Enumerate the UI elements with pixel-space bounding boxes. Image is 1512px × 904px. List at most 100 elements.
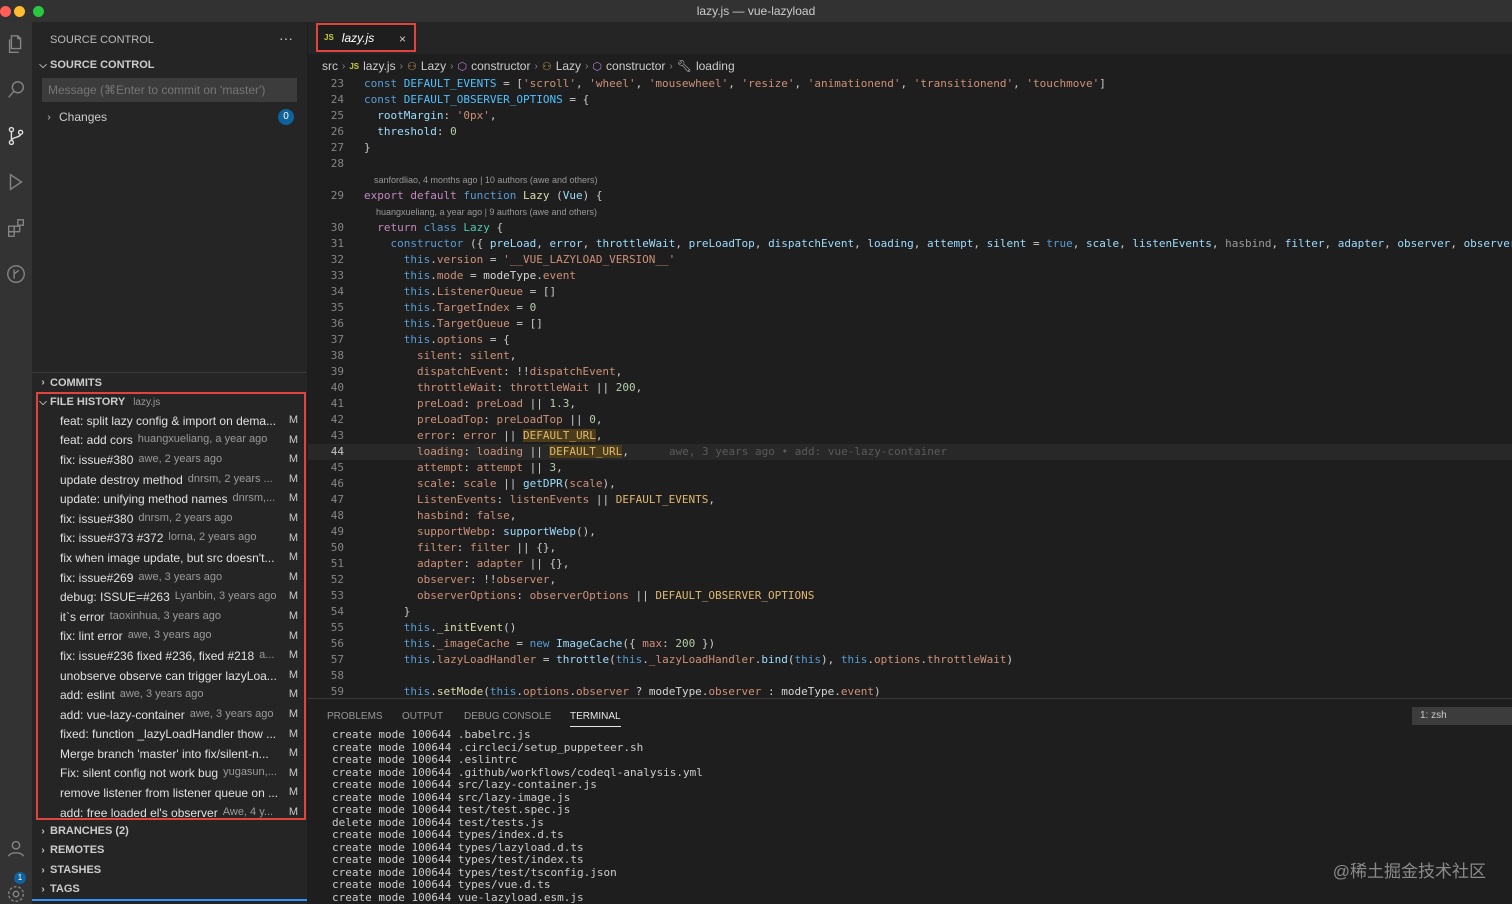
search-icon[interactable]	[0, 70, 32, 110]
stashes-section[interactable]: › STASHES	[32, 860, 307, 880]
file-history-item[interactable]: fix: lint error awe, 3 years ago M	[38, 627, 304, 647]
file-status: M	[288, 433, 298, 446]
file-status: M	[288, 649, 298, 662]
file-history-item[interactable]: fix: issue#269 awe, 3 years ago M	[38, 568, 304, 588]
commit-message: fix: issue#380	[60, 452, 134, 467]
accounts-icon[interactable]	[0, 828, 32, 868]
file-history-item[interactable]: add: eslint awe, 3 years ago M	[38, 685, 304, 705]
commit-message-input[interactable]	[42, 78, 297, 102]
breadcrumb-item[interactable]: loading	[696, 59, 735, 73]
line-number: 38	[330, 349, 344, 362]
source-control-section[interactable]: ⌵ SOURCE CONTROL	[32, 55, 307, 75]
breadcrumb-item[interactable]: constructor	[471, 59, 530, 73]
file-history-item[interactable]: debug: ISSUE=#263 Lyanbin, 3 years ago M	[38, 587, 304, 607]
close-icon[interactable]: ×	[399, 32, 406, 46]
activity-bar: 1	[0, 22, 32, 904]
code-line: 45 attempt: attempt || 3,	[308, 460, 1512, 476]
file-status: M	[288, 688, 298, 701]
codelens-blame[interactable]: huangxueliang, a year ago | 9 authors (a…	[376, 207, 597, 217]
file-history-item[interactable]: fix: issue#380 dnrsm, 2 years ago M	[38, 509, 304, 529]
chevron-right-icon: ›	[450, 60, 454, 72]
settings-icon[interactable]	[0, 874, 32, 904]
remotes-section[interactable]: › REMOTES	[32, 840, 307, 860]
file-history-item[interactable]: update destroy method dnrsm, 2 years ... M	[38, 470, 304, 490]
line-number: 50	[330, 541, 344, 554]
method-icon: ⬡	[592, 60, 603, 73]
code-line: 47 ListenEvents: listenEvents || DEFAULT…	[308, 492, 1512, 508]
class-icon: ⚇	[541, 60, 552, 73]
tab-problems[interactable]: PROBLEMS	[327, 711, 383, 722]
breadcrumb-item[interactable]: constructor	[606, 59, 665, 73]
terminal-line: create mode 100644 types/vue.d.ts	[332, 878, 551, 891]
tab-debug-console[interactable]: DEBUG CONSOLE	[464, 711, 551, 722]
code-line: 58	[308, 668, 1512, 684]
breadcrumb-item[interactable]: src	[322, 59, 338, 73]
commit-message: unobserve observe can trigger lazyLoa...	[60, 668, 277, 683]
line-number: 58	[330, 669, 344, 682]
file-history-item[interactable]: fix when image update, but src doesn't..…	[38, 548, 304, 568]
code-line: 25 rootMargin: '0px',	[308, 108, 1512, 124]
file-status: M	[288, 668, 298, 681]
line-number: 54	[330, 605, 344, 618]
editor: JS lazy.js × src › JS lazy.js › ⚇ Lazy ›…	[308, 22, 1512, 698]
file-history-item[interactable]: remove listener from listener queue on .…	[38, 783, 304, 803]
branches-section[interactable]: › BRANCHES (2)	[32, 821, 307, 841]
terminal-output[interactable]: create mode 100644 .babelrc.js create mod…	[332, 728, 703, 904]
commit-message: fix: issue#380	[60, 511, 134, 526]
commit-message: update destroy method	[60, 472, 183, 487]
file-status: M	[288, 511, 298, 524]
code-line: 36 this.TargetQueue = []	[308, 316, 1512, 332]
terminal-line: create mode 100644 types/index.d.ts	[332, 828, 564, 841]
line-number: 59	[330, 685, 344, 698]
extensions-icon[interactable]	[0, 208, 32, 248]
gitlens-icon[interactable]	[0, 254, 32, 294]
commit-author-date: awe, 3 years ago	[138, 570, 223, 583]
codelens-blame[interactable]: sanfordliao, 4 months ago | 10 authors (…	[374, 175, 597, 185]
tab-lazy-js[interactable]: JS lazy.js ×	[316, 23, 416, 52]
file-history-item[interactable]: add: vue-lazy-container awe, 3 years ago M	[38, 705, 304, 725]
more-actions-icon[interactable]: ···	[279, 30, 293, 46]
code-line: 32 this.version = '__VUE_LAZYLOAD_VERSIO…	[308, 252, 1512, 268]
commits-section[interactable]: › COMMITS	[32, 372, 307, 392]
file-history-item[interactable]: update: unifying method names dnrsm,... M	[38, 489, 304, 509]
file-history-item[interactable]: fixed: function _lazyLoadHandler thow ..…	[38, 725, 304, 745]
file-history-item[interactable]: it`s error taoxinhua, 3 years ago M	[38, 607, 304, 627]
file-history-item[interactable]: unobserve observe can trigger lazyLoa...…	[38, 666, 304, 686]
commit-message: add: free loaded el's observer	[60, 805, 218, 820]
file-history-item[interactable]: fix: issue#373 #372 lorna, 2 years ago M	[38, 529, 304, 549]
code-area[interactable]: 23 const DEFAULT_EVENTS = ['scroll', 'whe…	[308, 76, 1512, 698]
tags-section[interactable]: › TAGS	[32, 879, 307, 899]
terminal-line: create mode 100644 .eslintrc	[332, 753, 518, 766]
inline-blame: awe, 3 years ago • add: vue-lazy-contain…	[668, 445, 948, 458]
tab-output[interactable]: OUTPUT	[402, 711, 443, 722]
file-history-item[interactable]: feat: split lazy config & import on dema…	[38, 411, 304, 431]
changes-group[interactable]: › Changes 0	[42, 106, 302, 128]
line-number: 28	[330, 157, 344, 170]
commit-message: it`s error	[60, 609, 105, 624]
breadcrumb-item[interactable]: Lazy	[556, 59, 581, 73]
file-history-item[interactable]: Fix: silent config not work bug yugasun,.…	[38, 764, 304, 784]
breadcrumb-item[interactable]: lazy.js	[363, 59, 395, 73]
file-history-item[interactable]: feat: add cors huangxueliang, a year ago M	[38, 431, 304, 451]
commit-message: update: unifying method names	[60, 492, 228, 507]
explorer-icon[interactable]	[0, 24, 32, 64]
line-number: 52	[330, 573, 344, 586]
commit-message: add: eslint	[60, 688, 115, 703]
file-history-item[interactable]: fix: issue#236 fixed #236, fixed #218 a..…	[38, 646, 304, 666]
tab-terminal[interactable]: TERMINAL	[570, 711, 621, 727]
file-history-item[interactable]: add: free loaded el's observer Awe, 4 y..…	[38, 803, 304, 823]
code-line: 33 this.mode = modeType.event	[308, 268, 1512, 284]
terminal-select[interactable]: 1: zsh	[1412, 707, 1512, 725]
section-title: SOURCE CONTROL	[50, 59, 155, 71]
code-line: 56 this._imageCache = new ImageCache({ m…	[308, 636, 1512, 652]
method-icon: ⬡	[457, 60, 468, 73]
run-debug-icon[interactable]	[0, 162, 32, 202]
breadcrumb-item[interactable]: Lazy	[421, 59, 446, 73]
code-line: 59 this.setMode(this.options.observer ? …	[308, 684, 1512, 698]
tab-bar: JS lazy.js ×	[308, 22, 1512, 54]
source-control-icon[interactable]	[0, 116, 32, 156]
file-history-item[interactable]: fix: issue#380 awe, 2 years ago M	[38, 450, 304, 470]
commit-author-date: dnrsm, 2 years ago	[138, 511, 233, 524]
file-history-item[interactable]: Merge branch 'master' into fix/silent-n.…	[38, 744, 304, 764]
commit-message: remove listener from listener queue on .…	[60, 786, 279, 801]
